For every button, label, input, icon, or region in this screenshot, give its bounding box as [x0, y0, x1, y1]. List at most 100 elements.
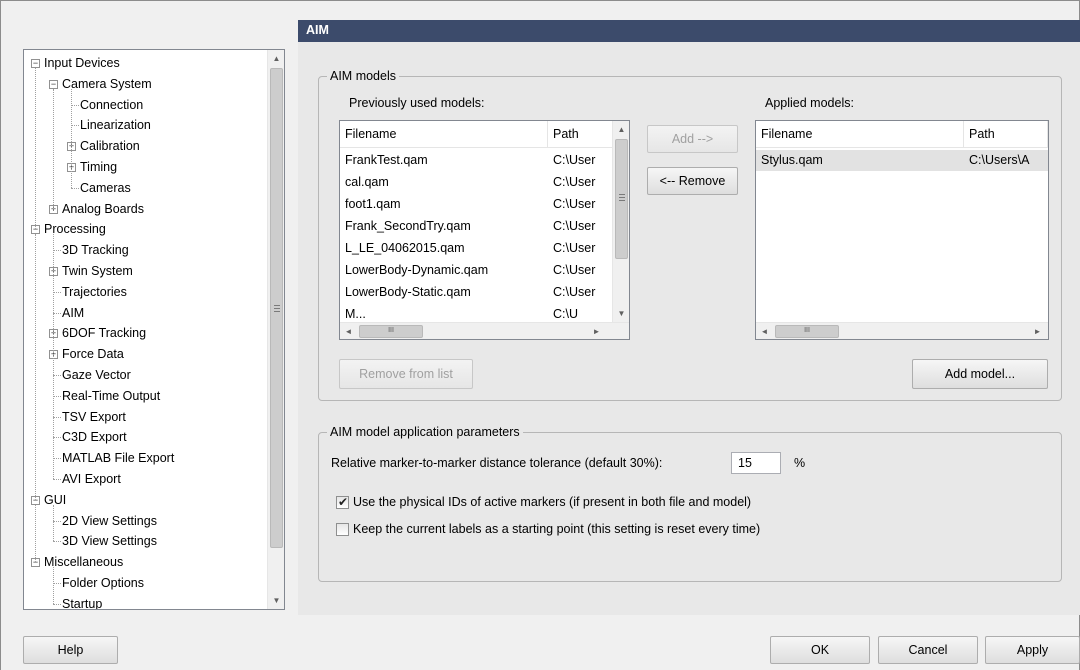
tree-item[interactable]: TSV Export — [24, 407, 264, 428]
tree-item[interactable]: Gaze Vector — [24, 365, 264, 386]
tree-item-label: Startup — [62, 596, 103, 610]
tree-item[interactable]: +6DOF Tracking — [24, 323, 264, 344]
tree-item[interactable]: − GUI — [24, 490, 264, 511]
tree-guide-line — [71, 88, 72, 188]
tolerance-label: Relative marker-to-marker distance toler… — [331, 456, 663, 470]
tree-item[interactable]: Real-Time Output — [24, 386, 264, 407]
tree-item[interactable]: − Processing — [24, 219, 264, 240]
applied-list-hscrollbar[interactable]: ◄ III ► — [756, 322, 1048, 339]
cancel-button[interactable]: Cancel — [878, 636, 978, 664]
apply-button[interactable]: Apply — [985, 636, 1080, 664]
column-header-path[interactable]: Path — [548, 121, 614, 148]
tree-connector-line — [71, 187, 79, 189]
tree-item-label: MATLAB File Export — [62, 451, 175, 466]
applied-models-list[interactable]: Filename Path Stylus.qam C:\Users\A ◄ III… — [755, 120, 1049, 340]
tolerance-input[interactable]: 15 — [731, 452, 781, 474]
model-path: C:\User — [553, 153, 596, 167]
tree-item-label: Force Data — [62, 347, 124, 362]
column-header-filename[interactable]: Filename — [340, 121, 548, 148]
scroll-left-arrow-icon[interactable]: ◄ — [756, 323, 773, 339]
tree-item-label: GUI — [44, 492, 67, 507]
previous-models-list[interactable]: Filename Path FrankTest.qam C:\User cal.qa… — [339, 120, 630, 340]
scroll-right-arrow-icon[interactable]: ► — [1029, 323, 1046, 339]
tree-item[interactable]: − Camera System — [24, 74, 264, 95]
tree-item-label: Linearization — [80, 118, 151, 133]
tree-item[interactable]: C3D Export — [24, 427, 264, 448]
tree-item-label: Connection — [80, 97, 144, 112]
scroll-left-arrow-icon[interactable]: ◄ — [340, 323, 357, 339]
tree-item[interactable]: 3D Tracking — [24, 240, 264, 261]
scroll-down-arrow-icon[interactable]: ▼ — [613, 305, 629, 322]
tree-item[interactable]: MATLAB File Export — [24, 448, 264, 469]
previous-models-label: Previously used models: — [349, 96, 485, 110]
scroll-down-arrow-icon[interactable]: ▼ — [268, 592, 284, 609]
add-model-button[interactable]: Add model... — [912, 359, 1048, 389]
list-item[interactable]: Frank_SecondTry.qam C:\User — [340, 216, 614, 237]
help-button[interactable]: Help — [23, 636, 118, 664]
previous-list-hscroll-thumb[interactable]: III — [359, 325, 423, 338]
tree-item-label: Trajectories — [62, 284, 127, 299]
tree-connector-line — [71, 125, 79, 127]
tree-item-label: 6DOF Tracking — [62, 326, 147, 341]
tree-connector-line — [53, 250, 61, 252]
tree-item[interactable]: + Twin System — [24, 261, 264, 282]
collapse-icon[interactable]: − — [31, 59, 40, 68]
tree-item[interactable]: 3D View Settings — [24, 531, 264, 552]
tree-guide-line — [53, 504, 54, 542]
column-header-path[interactable]: Path — [964, 121, 1048, 148]
column-header-filename[interactable]: Filename — [756, 121, 964, 148]
tree-item[interactable]: + Analog Boards — [24, 199, 264, 220]
checkmark-icon: ✔ — [338, 495, 349, 509]
scroll-up-arrow-icon[interactable]: ▲ — [613, 121, 629, 138]
scroll-right-arrow-icon[interactable]: ► — [588, 323, 605, 339]
previous-list-scroll-thumb[interactable] — [615, 139, 628, 259]
tree-item[interactable]: Folder Options — [24, 573, 264, 594]
previous-list-hscrollbar[interactable]: ◄ III ► — [340, 322, 629, 339]
page-title: AIM — [306, 23, 329, 37]
tree-item[interactable]: − Input Devices — [24, 53, 264, 74]
previous-list-vscrollbar[interactable]: ▲ ▼ — [612, 121, 629, 322]
tree-item[interactable]: Cameras — [24, 178, 264, 199]
list-item[interactable]: L_LE_04062015.qam C:\User — [340, 238, 614, 259]
tree-connector-line — [53, 375, 61, 376]
use-physical-ids-checkbox[interactable]: ✔ — [336, 495, 349, 509]
tree-item[interactable]: Connection — [24, 95, 264, 116]
list-item[interactable]: FrankTest.qam C:\User — [340, 150, 614, 171]
scroll-up-arrow-icon[interactable]: ▲ — [268, 50, 284, 67]
remove-applied-model-button[interactable]: <-- Remove — [647, 167, 738, 195]
list-item[interactable]: Stylus.qam C:\Users\A — [756, 150, 1048, 171]
tree-vertical-scrollbar[interactable]: ▲ ▼ — [267, 50, 284, 609]
tree-item[interactable]: − Miscellaneous — [24, 552, 264, 573]
tree-connector-line — [71, 104, 79, 106]
tree-item[interactable]: Trajectories — [24, 282, 264, 303]
list-item[interactable]: foot1.qam C:\User — [340, 194, 614, 215]
keep-labels-checkbox[interactable] — [336, 523, 349, 536]
tree-connector-line — [53, 458, 61, 460]
tree-scroll-thumb[interactable] — [270, 68, 283, 548]
tree-item[interactable]: AIM — [24, 303, 264, 324]
tree-item-label: TSV Export — [62, 409, 126, 424]
settings-tree[interactable]: − Input Devices − Camera System Connection Li… — [23, 49, 285, 610]
add-model-to-applied-button[interactable]: Add --> — [647, 125, 738, 153]
tree-item[interactable]: AVI Export — [24, 469, 264, 490]
collapse-icon[interactable]: − — [49, 79, 58, 89]
applied-models-header: Filename Path — [756, 121, 1048, 148]
list-item[interactable]: LowerBody-Dynamic.qam C:\User — [340, 260, 614, 281]
remove-from-list-button[interactable]: Remove from list — [339, 359, 473, 389]
tree-item[interactable]: + Force Data — [24, 344, 264, 365]
tree-item-label: AVI Export — [62, 472, 121, 486]
model-filename: LowerBody-Dynamic.qam — [345, 263, 489, 277]
tree-item-label: C3D Export — [62, 430, 127, 445]
list-item[interactable]: cal.qam C:\User — [340, 172, 614, 193]
tree-item[interactable]: Startup — [24, 594, 264, 610]
tree-connector-line — [53, 416, 61, 418]
applied-list-hscroll-thumb[interactable]: III — [775, 325, 839, 338]
tree-item[interactable]: 2D View Settings — [24, 511, 264, 532]
model-path: C:\User — [553, 285, 596, 299]
list-item[interactable]: LowerBody-Static.qam C:\User — [340, 282, 614, 303]
tree-item[interactable]: + Calibration — [24, 136, 264, 157]
ok-button[interactable]: OK — [770, 636, 870, 664]
aim-parameters-group: AIM model application parameters Relativ… — [318, 424, 1062, 582]
tree-item[interactable]: + Timing — [24, 157, 264, 178]
tree-item[interactable]: Linearization — [24, 115, 264, 136]
